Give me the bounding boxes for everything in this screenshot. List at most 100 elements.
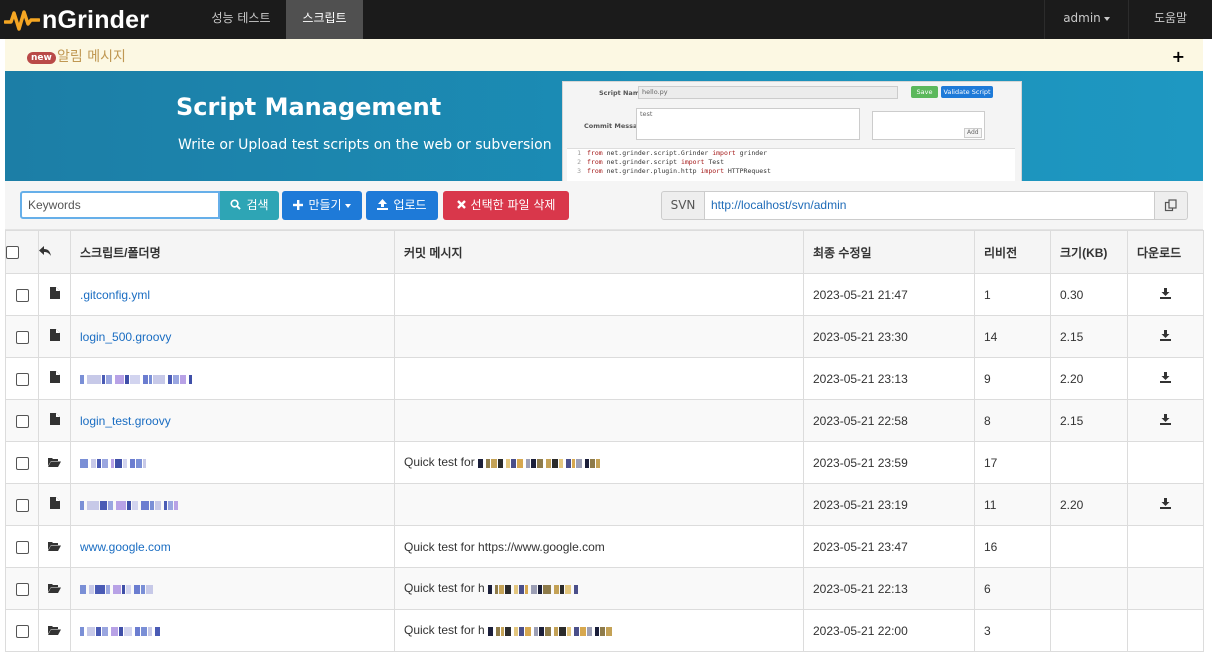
preview-code: 1 from net.grinder.script.Grinder import … [567, 148, 1015, 181]
table-row[interactable]: login_500.groovy 2023-05-21 23:30 14 2.15 [5, 315, 1204, 358]
table-row[interactable]: www.google.com Quick test for https://www… [5, 525, 1204, 568]
row-checkbox[interactable] [15, 372, 29, 386]
redacted-text [80, 372, 193, 386]
row-type-cell [38, 609, 71, 652]
expand-notice-icon[interactable]: + [1172, 47, 1185, 66]
row-checkbox[interactable] [15, 498, 29, 512]
row-type-cell [38, 567, 71, 610]
table-row[interactable]: .gitconfig.yml 2023-05-21 21:47 1 0.30 [5, 273, 1204, 316]
header-modified[interactable]: 최종 수정일 [803, 230, 975, 274]
download-cell [1127, 483, 1204, 526]
commit-cell [394, 357, 804, 400]
header-size[interactable]: 크기(KB) [1050, 230, 1128, 274]
row-select-cell [5, 399, 39, 442]
select-all-checkbox[interactable] [6, 246, 19, 260]
row-checkbox[interactable] [15, 582, 29, 596]
modified-date: 2023-05-21 23:47 [803, 525, 975, 568]
name-cell [70, 567, 395, 610]
row-select-cell [5, 525, 39, 568]
revision-number: 9 [974, 357, 1051, 400]
download-icon[interactable] [1160, 371, 1171, 386]
download-icon[interactable] [1160, 329, 1171, 344]
table-row[interactable]: 2023-05-21 23:13 9 2.20 [5, 357, 1204, 400]
pulse-logo-icon [4, 10, 40, 31]
nav-help[interactable]: 도움말 [1129, 0, 1212, 39]
modified-date: 2023-05-21 22:58 [803, 399, 975, 442]
row-checkbox[interactable] [15, 456, 29, 470]
delete-selected-button[interactable]: 선택한 파일 삭제 [443, 191, 569, 220]
row-checkbox[interactable] [15, 540, 29, 554]
close-icon [456, 200, 466, 209]
header-revision: 리비전 [974, 230, 1051, 274]
commit-message: Quick test for h [404, 623, 485, 638]
download-icon[interactable] [1160, 413, 1171, 428]
upload-button[interactable]: 업로드 [366, 191, 438, 220]
download-cell [1127, 315, 1204, 358]
file-size: 2.15 [1050, 399, 1128, 442]
name-cell: www.google.com [70, 525, 395, 568]
brand-logo[interactable]: nGrinder [4, 4, 149, 36]
file-icon [49, 287, 60, 302]
redacted-text [80, 498, 181, 512]
chevron-down-icon [344, 203, 351, 208]
row-checkbox[interactable] [15, 288, 29, 302]
name-cell [70, 357, 395, 400]
nav-script[interactable]: 스크립트 [286, 0, 363, 39]
table-row[interactable]: 2023-05-21 23:19 11 2.20 [5, 483, 1204, 526]
revision-number: 11 [974, 483, 1051, 526]
redacted-text [488, 582, 579, 596]
header-download: 다운로드 [1127, 230, 1204, 274]
search-button[interactable]: 검색 [220, 191, 279, 220]
commit-cell [394, 315, 804, 358]
name-cell [70, 483, 395, 526]
folder-open-icon [48, 540, 61, 554]
new-badge: new [27, 52, 56, 64]
redacted-text [478, 456, 603, 470]
header-name[interactable]: 스크립트/폴더명 [70, 230, 395, 274]
row-select-cell [5, 315, 39, 358]
delete-button-label: 선택한 파일 삭제 [470, 198, 556, 212]
table-row[interactable]: login_test.groovy 2023-05-21 22:58 8 2.15 [5, 399, 1204, 442]
revision-number: 17 [974, 441, 1051, 484]
plus-icon [293, 199, 304, 210]
modified-date: 2023-05-21 23:19 [803, 483, 975, 526]
script-table: 스크립트/폴더명 커밋 메시지 최종 수정일 리비전 크기(KB) 다운로드 .… [5, 230, 1204, 652]
copy-url-button[interactable] [1154, 191, 1188, 220]
row-select-cell [5, 483, 39, 526]
table-row[interactable]: Quick test for h 2023-05-21 22:13 6 [5, 567, 1204, 610]
download-cell [1127, 609, 1204, 652]
commit-cell: Quick test for [394, 441, 804, 484]
row-checkbox[interactable] [15, 414, 29, 428]
row-type-cell [38, 525, 71, 568]
row-type-cell [38, 483, 71, 526]
nav-user-menu[interactable]: admin [1045, 0, 1128, 39]
download-icon[interactable] [1160, 287, 1171, 302]
table-row[interactable]: Quick test for h 2023-05-21 22:00 3 [5, 609, 1204, 652]
svn-url-field[interactable]: http://localhost/svn/admin [705, 191, 1155, 220]
script-name-link[interactable]: .gitconfig.yml [80, 288, 150, 302]
modified-date: 2023-05-21 23:30 [803, 315, 975, 358]
row-checkbox[interactable] [15, 624, 29, 638]
row-checkbox[interactable] [15, 330, 29, 344]
create-dropdown-button[interactable]: 만들기 [282, 191, 362, 220]
download-cell [1127, 357, 1204, 400]
upload-icon [377, 199, 389, 210]
row-type-cell [38, 273, 71, 316]
download-icon[interactable] [1160, 497, 1171, 512]
script-name-link[interactable]: login_test.groovy [80, 414, 171, 428]
file-icon [49, 413, 60, 428]
preview-script-name-field: hello.py [638, 86, 898, 99]
search-input[interactable] [20, 191, 220, 219]
commit-cell: Quick test for https://www.google.com [394, 525, 804, 568]
user-name: admin [1063, 11, 1101, 25]
nav-perf-test[interactable]: 성능 테스트 [196, 0, 286, 39]
reply-arrow-icon[interactable] [39, 246, 51, 256]
script-name-link[interactable]: login_500.groovy [80, 330, 171, 344]
script-name-link[interactable]: www.google.com [80, 540, 171, 554]
preview-validate-button: Validate Script [941, 86, 993, 98]
table-row[interactable]: Quick test for 2023-05-21 23:59 17 [5, 441, 1204, 484]
folder-open-icon [48, 582, 61, 596]
top-navbar: nGrinder 성능 테스트 스크립트 admin 도움말 [0, 0, 1212, 39]
banner-title: Script Management [176, 93, 442, 121]
copy-icon [1164, 199, 1177, 212]
